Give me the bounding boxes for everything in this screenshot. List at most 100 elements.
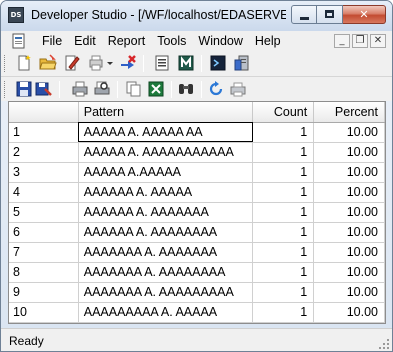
table-row[interactable]: 5 AAAAAA A. AAAAAAA 1 10.00 — [9, 202, 385, 223]
table-row[interactable]: 1 AAAAA A. AAAAA AA 1 10.00 — [9, 122, 385, 143]
status-text: Ready — [9, 334, 44, 348]
pattern-cell[interactable]: AAAAAA A. AAAAA — [78, 182, 254, 203]
menu-window[interactable]: Window — [193, 31, 247, 51]
table-row[interactable]: 6 AAAAAA A. AAAAAAAA 1 10.00 — [9, 222, 385, 243]
count-cell[interactable]: 1 — [252, 182, 315, 203]
count-cell[interactable]: 1 — [252, 162, 315, 183]
percent-cell[interactable]: 10.00 — [313, 282, 385, 303]
pattern-cell[interactable]: AAAAAAA A. AAAAAAA — [78, 242, 254, 263]
pattern-cell[interactable]: AAAAA A.AAAAA — [78, 162, 254, 183]
menu-items: File Edit Report Tools Window Help — [37, 31, 288, 51]
percent-cell[interactable]: 10.00 — [313, 162, 385, 183]
toolbar-separator — [143, 55, 144, 72]
print-preview-icon[interactable] — [93, 80, 111, 98]
row-number[interactable]: 9 — [9, 282, 79, 303]
table-row[interactable]: 8 AAAAAAA A. AAAAAAAA 1 10.00 — [9, 262, 385, 283]
console-icon[interactable] — [209, 54, 227, 72]
pattern-cell[interactable]: AAAAAA A. AAAAAAAA — [78, 222, 254, 243]
count-cell[interactable]: 1 — [252, 242, 315, 263]
minimize-icon — [300, 17, 309, 20]
copy-icon[interactable] — [125, 80, 143, 98]
table-row[interactable]: 9 AAAAAAA A. AAAAAAAAA 1 10.00 — [9, 282, 385, 303]
row-number[interactable]: 5 — [9, 202, 79, 223]
results-grid[interactable]: Pattern Count Percent 1 AAAAA A. AAAAA A… — [8, 101, 386, 324]
menu-edit[interactable]: Edit — [69, 31, 101, 51]
menu-tools[interactable]: Tools — [152, 31, 191, 51]
table-row[interactable]: 10 AAAAAAAAA A. AAAAA 1 10.00 — [9, 302, 385, 323]
menu-file[interactable]: File — [37, 31, 67, 51]
server-icon[interactable] — [233, 54, 251, 72]
table-header-row: Pattern Count Percent — [9, 102, 385, 123]
percent-cell[interactable]: 10.00 — [313, 202, 385, 223]
corner-header[interactable] — [9, 102, 79, 123]
pattern-cell[interactable]: AAAAAAAAA A. AAAAA — [78, 302, 254, 323]
app-icon[interactable]: DS — [8, 7, 24, 23]
edit-icon[interactable] — [63, 54, 81, 72]
find-icon[interactable] — [177, 80, 195, 98]
table-row[interactable]: 2 AAAAA A. AAAAAAAAAAA 1 10.00 — [9, 142, 385, 163]
open-folder-icon[interactable] — [39, 54, 57, 72]
column-header-pattern[interactable]: Pattern — [78, 102, 254, 123]
resize-grip-icon[interactable] — [378, 338, 390, 350]
minimize-button[interactable] — [291, 5, 317, 24]
save-icon[interactable] — [15, 80, 33, 98]
table-row[interactable]: 4 AAAAAA A. AAAAA 1 10.00 — [9, 182, 385, 203]
percent-cell[interactable]: 10.00 — [313, 242, 385, 263]
row-number[interactable]: 6 — [9, 222, 79, 243]
percent-cell[interactable]: 10.00 — [313, 302, 385, 323]
pattern-cell[interactable]: AAAAAAA A. AAAAAAAA — [78, 262, 254, 283]
pattern-cell[interactable]: AAAAA A. AAAAAAAAAAA — [78, 142, 254, 163]
save-as-icon[interactable] — [35, 80, 53, 98]
count-cell[interactable]: 1 — [252, 122, 315, 143]
percent-cell[interactable]: 10.00 — [313, 142, 385, 163]
close-icon: ✕ — [359, 8, 369, 21]
count-cell[interactable]: 1 — [252, 262, 315, 283]
print-icon[interactable] — [71, 80, 89, 98]
mdi-restore-button[interactable]: ❐ — [352, 34, 368, 48]
mdi-minimize-button[interactable]: _ — [334, 34, 350, 48]
column-header-percent[interactable]: Percent — [313, 102, 385, 123]
percent-cell[interactable]: 10.00 — [313, 262, 385, 283]
pattern-cell[interactable]: AAAAA A. AAAAA AA — [78, 122, 254, 143]
percent-cell[interactable]: 10.00 — [313, 122, 385, 143]
refresh-icon[interactable] — [207, 80, 225, 98]
mdi-close-button[interactable]: ✕ — [370, 34, 386, 48]
close-button[interactable]: ✕ — [343, 5, 386, 24]
new-document-icon[interactable] — [15, 54, 33, 72]
dropdown-icon[interactable] — [105, 54, 115, 72]
menu-help[interactable]: Help — [250, 31, 286, 51]
column-header-count[interactable]: Count — [252, 102, 315, 123]
row-number[interactable]: 3 — [9, 162, 79, 183]
toolbar-grip[interactable] — [4, 81, 7, 98]
count-cell[interactable]: 1 — [252, 142, 315, 163]
row-number[interactable]: 2 — [9, 142, 79, 163]
master-file-icon[interactable] — [177, 54, 195, 72]
report-icon[interactable] — [153, 54, 171, 72]
row-number[interactable]: 8 — [9, 262, 79, 283]
row-number[interactable]: 7 — [9, 242, 79, 263]
maximize-icon — [325, 10, 334, 18]
maximize-button[interactable] — [317, 5, 343, 24]
pattern-cell[interactable]: AAAAAA A. AAAAAAA — [78, 202, 254, 223]
menu-report[interactable]: Report — [103, 31, 151, 51]
count-cell[interactable]: 1 — [252, 282, 315, 303]
print-setup-icon[interactable] — [87, 54, 105, 72]
percent-cell[interactable]: 10.00 — [313, 182, 385, 203]
title-bar[interactable]: DS Developer Studio - [/WF/localhost/EDA… — [1, 1, 392, 31]
table-row[interactable]: 7 AAAAAAA A. AAAAAAA 1 10.00 — [9, 242, 385, 263]
print-alt-icon[interactable] — [229, 80, 247, 98]
connect-icon[interactable] — [119, 54, 137, 72]
pattern-cell[interactable]: AAAAAAA A. AAAAAAAAA — [78, 282, 254, 303]
document-window-icon[interactable] — [11, 33, 27, 49]
count-cell[interactable]: 1 — [252, 302, 315, 323]
count-cell[interactable]: 1 — [252, 222, 315, 243]
row-number[interactable]: 4 — [9, 182, 79, 203]
count-cell[interactable]: 1 — [252, 202, 315, 223]
table-row[interactable]: 3 AAAAA A.AAAAA 1 10.00 — [9, 162, 385, 183]
row-number[interactable]: 1 — [9, 122, 79, 143]
percent-cell[interactable]: 10.00 — [313, 222, 385, 243]
export-excel-icon[interactable] — [147, 80, 165, 98]
toolbar-grip[interactable] — [4, 55, 7, 72]
toolbar-separator — [201, 55, 202, 72]
row-number[interactable]: 10 — [9, 302, 79, 323]
